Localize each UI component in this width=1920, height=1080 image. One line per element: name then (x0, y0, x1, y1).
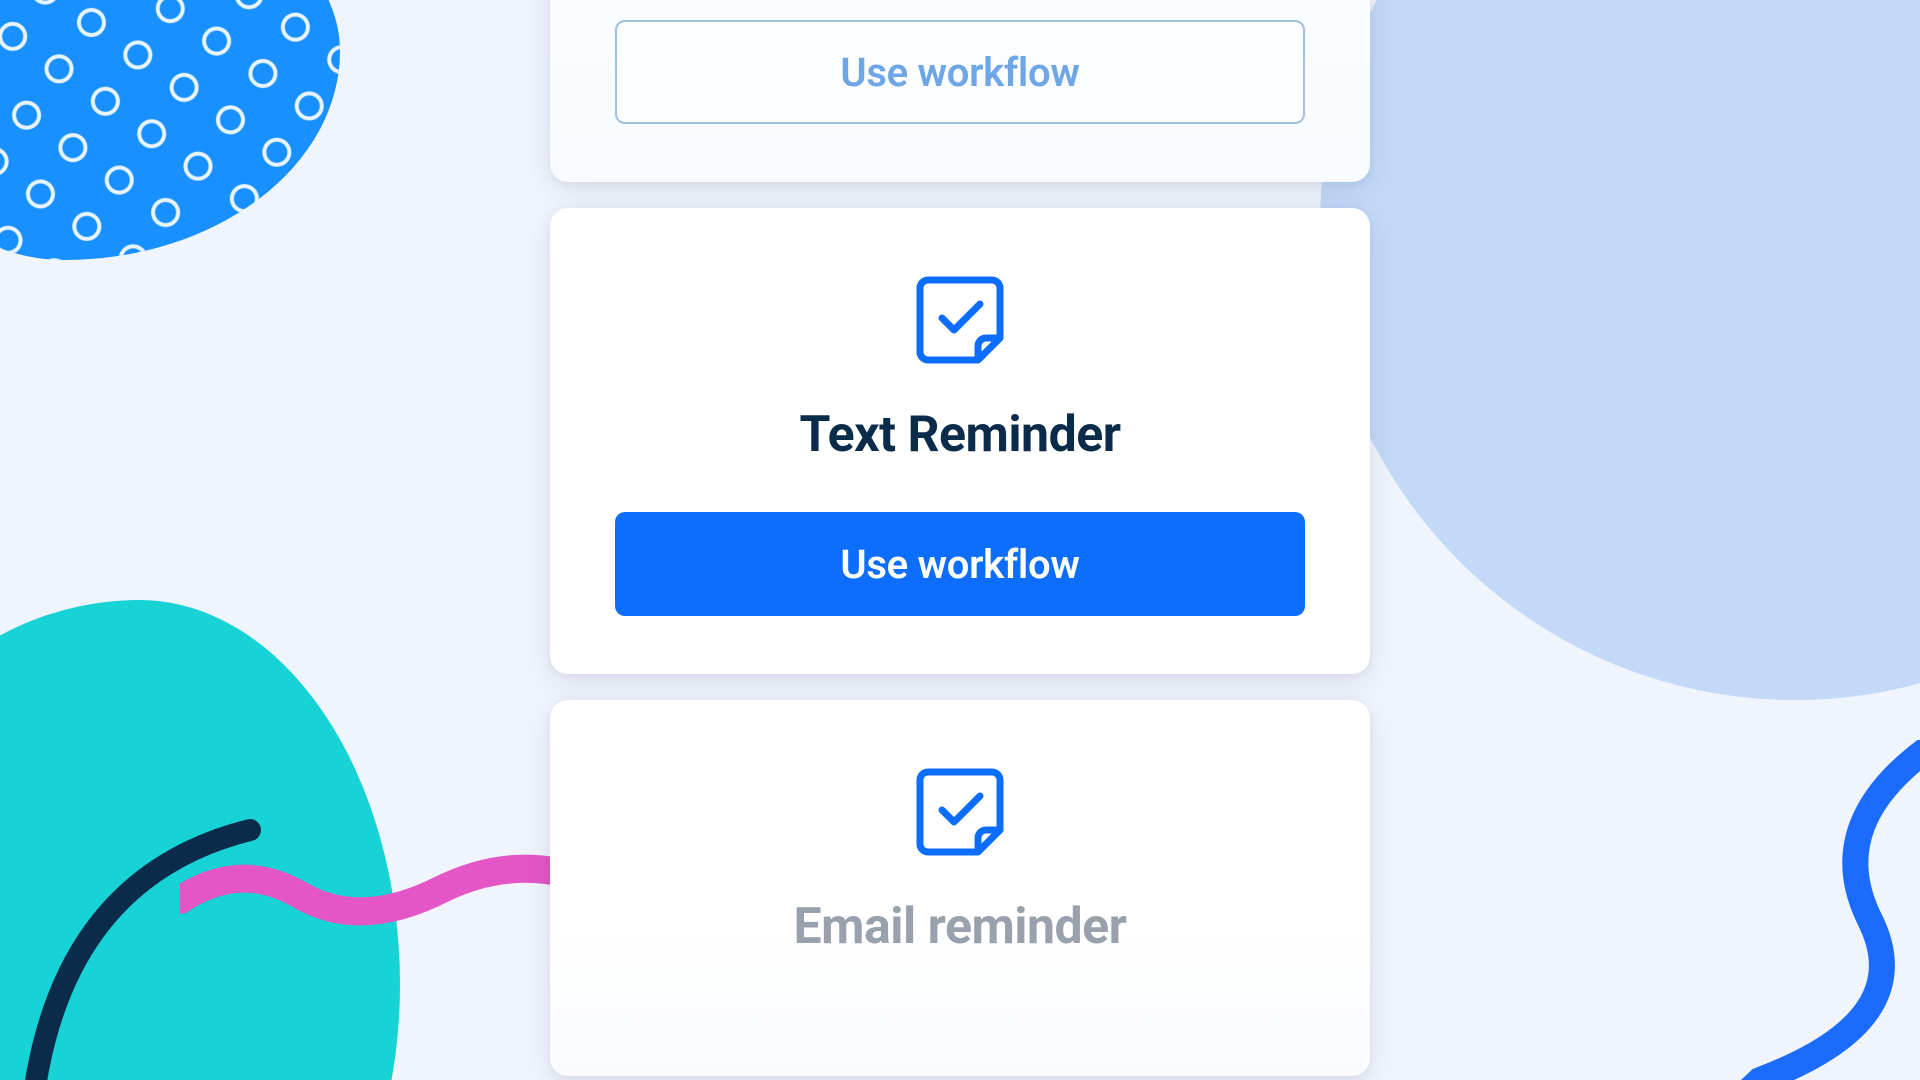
workflow-card: Use workflow (550, 0, 1370, 182)
button-label: Use workflow (840, 49, 1079, 96)
workflow-card-text-reminder: Text Reminder Use workflow (550, 208, 1370, 674)
workflow-cards-column: Use workflow Text Reminder Use workflow … (550, 0, 1370, 916)
check-note-icon (906, 266, 1014, 378)
use-workflow-button[interactable]: Use workflow (615, 20, 1305, 124)
workflow-card-title: Email reminder (794, 898, 1127, 956)
use-workflow-button[interactable]: Use workflow (615, 512, 1305, 616)
workflow-card-email-reminder: Email reminder (550, 700, 1370, 1076)
decoration-blue-squiggle (1640, 740, 1920, 1080)
decoration-blue-pattern (0, 0, 340, 260)
button-label: Use workflow (840, 541, 1079, 588)
decoration-lightblue-circle (1320, 0, 1920, 700)
check-note-icon (906, 758, 1014, 870)
decoration-teal-blob (0, 600, 400, 1080)
workflow-card-title: Text Reminder (799, 406, 1120, 464)
